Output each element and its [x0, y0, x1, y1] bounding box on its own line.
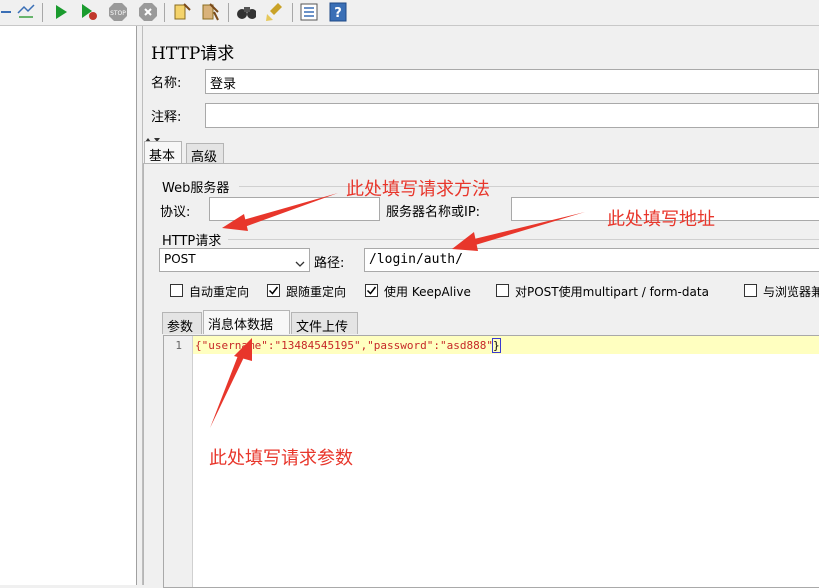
method-value: POST — [164, 252, 196, 266]
comment-value — [206, 104, 818, 105]
stop-icon[interactable]: STOP — [108, 2, 128, 22]
check-icon — [268, 286, 279, 295]
tab-basic[interactable]: 基本 — [144, 141, 182, 164]
start-icon[interactable] — [51, 2, 71, 22]
web-server-group-label: Web服务器 — [162, 181, 230, 196]
keepalive-label: 使用 KeepAlive — [384, 285, 471, 299]
svg-text:?: ? — [334, 6, 342, 21]
http-request-group-label: HTTP请求 — [162, 234, 222, 249]
clear-all-icon[interactable] — [200, 2, 220, 22]
http-request-panel: HTTP请求 名称: 登录 注释: 基本 高级 Web服务器 协议: 服务器名称… — [143, 26, 819, 588]
help-icon[interactable]: ? — [328, 2, 348, 22]
toolbar: STOP ? — [0, 0, 819, 26]
method-annotation: 此处填写请求方法 — [346, 179, 490, 200]
test-plan-tree[interactable] — [0, 26, 137, 585]
path-annotation: 此处填写地址 — [607, 209, 715, 230]
tab-parameters[interactable]: 参数 — [162, 312, 202, 335]
protocol-label: 协议: — [160, 205, 191, 220]
tab-advanced[interactable]: 高级 — [186, 143, 224, 165]
body-annotation: 此处填写请求参数 — [209, 448, 353, 469]
panel-title: HTTP请求 — [151, 44, 235, 64]
comment-label: 注释: — [151, 110, 182, 125]
check-icon — [366, 286, 377, 295]
path-label: 路径: — [314, 256, 345, 271]
arrow-icon[interactable] — [0, 2, 16, 22]
follow-redirect-label: 跟随重定向 — [286, 285, 347, 299]
multipart-checkbox[interactable] — [496, 284, 509, 297]
comment-field[interactable] — [205, 103, 819, 128]
name-label: 名称: — [151, 76, 182, 91]
shutdown-icon[interactable] — [138, 2, 158, 22]
follow-redirect-checkbox[interactable] — [267, 284, 280, 297]
bracket-match: } — [492, 338, 501, 353]
browser-compatible-label: 与浏览器兼 — [763, 285, 819, 299]
method-select[interactable]: POST — [159, 248, 310, 272]
start-no-pause-icon[interactable] — [79, 2, 99, 22]
server-name-label: 服务器名称或IP: — [386, 205, 481, 220]
tab-content: Web服务器 协议: 服务器名称或IP: HTTP请求 POST 路径: /lo… — [143, 163, 819, 588]
browser-compatible-checkbox[interactable] — [744, 284, 757, 297]
svg-text:STOP: STOP — [110, 10, 126, 17]
function-helper-icon[interactable] — [299, 2, 319, 22]
auto-redirect-checkbox[interactable] — [170, 284, 183, 297]
line-gutter: 1 — [164, 336, 193, 587]
path-field[interactable]: /login/auth/ — [364, 248, 819, 272]
name-field[interactable]: 登录 — [205, 69, 819, 94]
tab-body-data[interactable]: 消息体数据 — [203, 310, 290, 334]
auto-redirect-label: 自动重定向 — [189, 285, 250, 299]
expand-icon[interactable] — [16, 2, 36, 22]
chevron-down-icon — [295, 257, 305, 272]
reset-search-icon[interactable] — [264, 2, 284, 22]
path-value: /login/auth/ — [369, 252, 463, 267]
search-icon[interactable] — [236, 2, 256, 22]
body-text: {"username":"13484545195","password":"as… — [195, 338, 501, 353]
clear-icon[interactable] — [172, 2, 192, 22]
name-value: 登录 — [210, 77, 237, 92]
multipart-label: 对POST使用multipart / form-data — [515, 285, 709, 299]
tab-file-upload[interactable]: 文件上传 — [291, 312, 358, 335]
server-name-value — [512, 198, 819, 199]
line-number: 1 — [175, 339, 182, 352]
keepalive-checkbox[interactable] — [365, 284, 378, 297]
